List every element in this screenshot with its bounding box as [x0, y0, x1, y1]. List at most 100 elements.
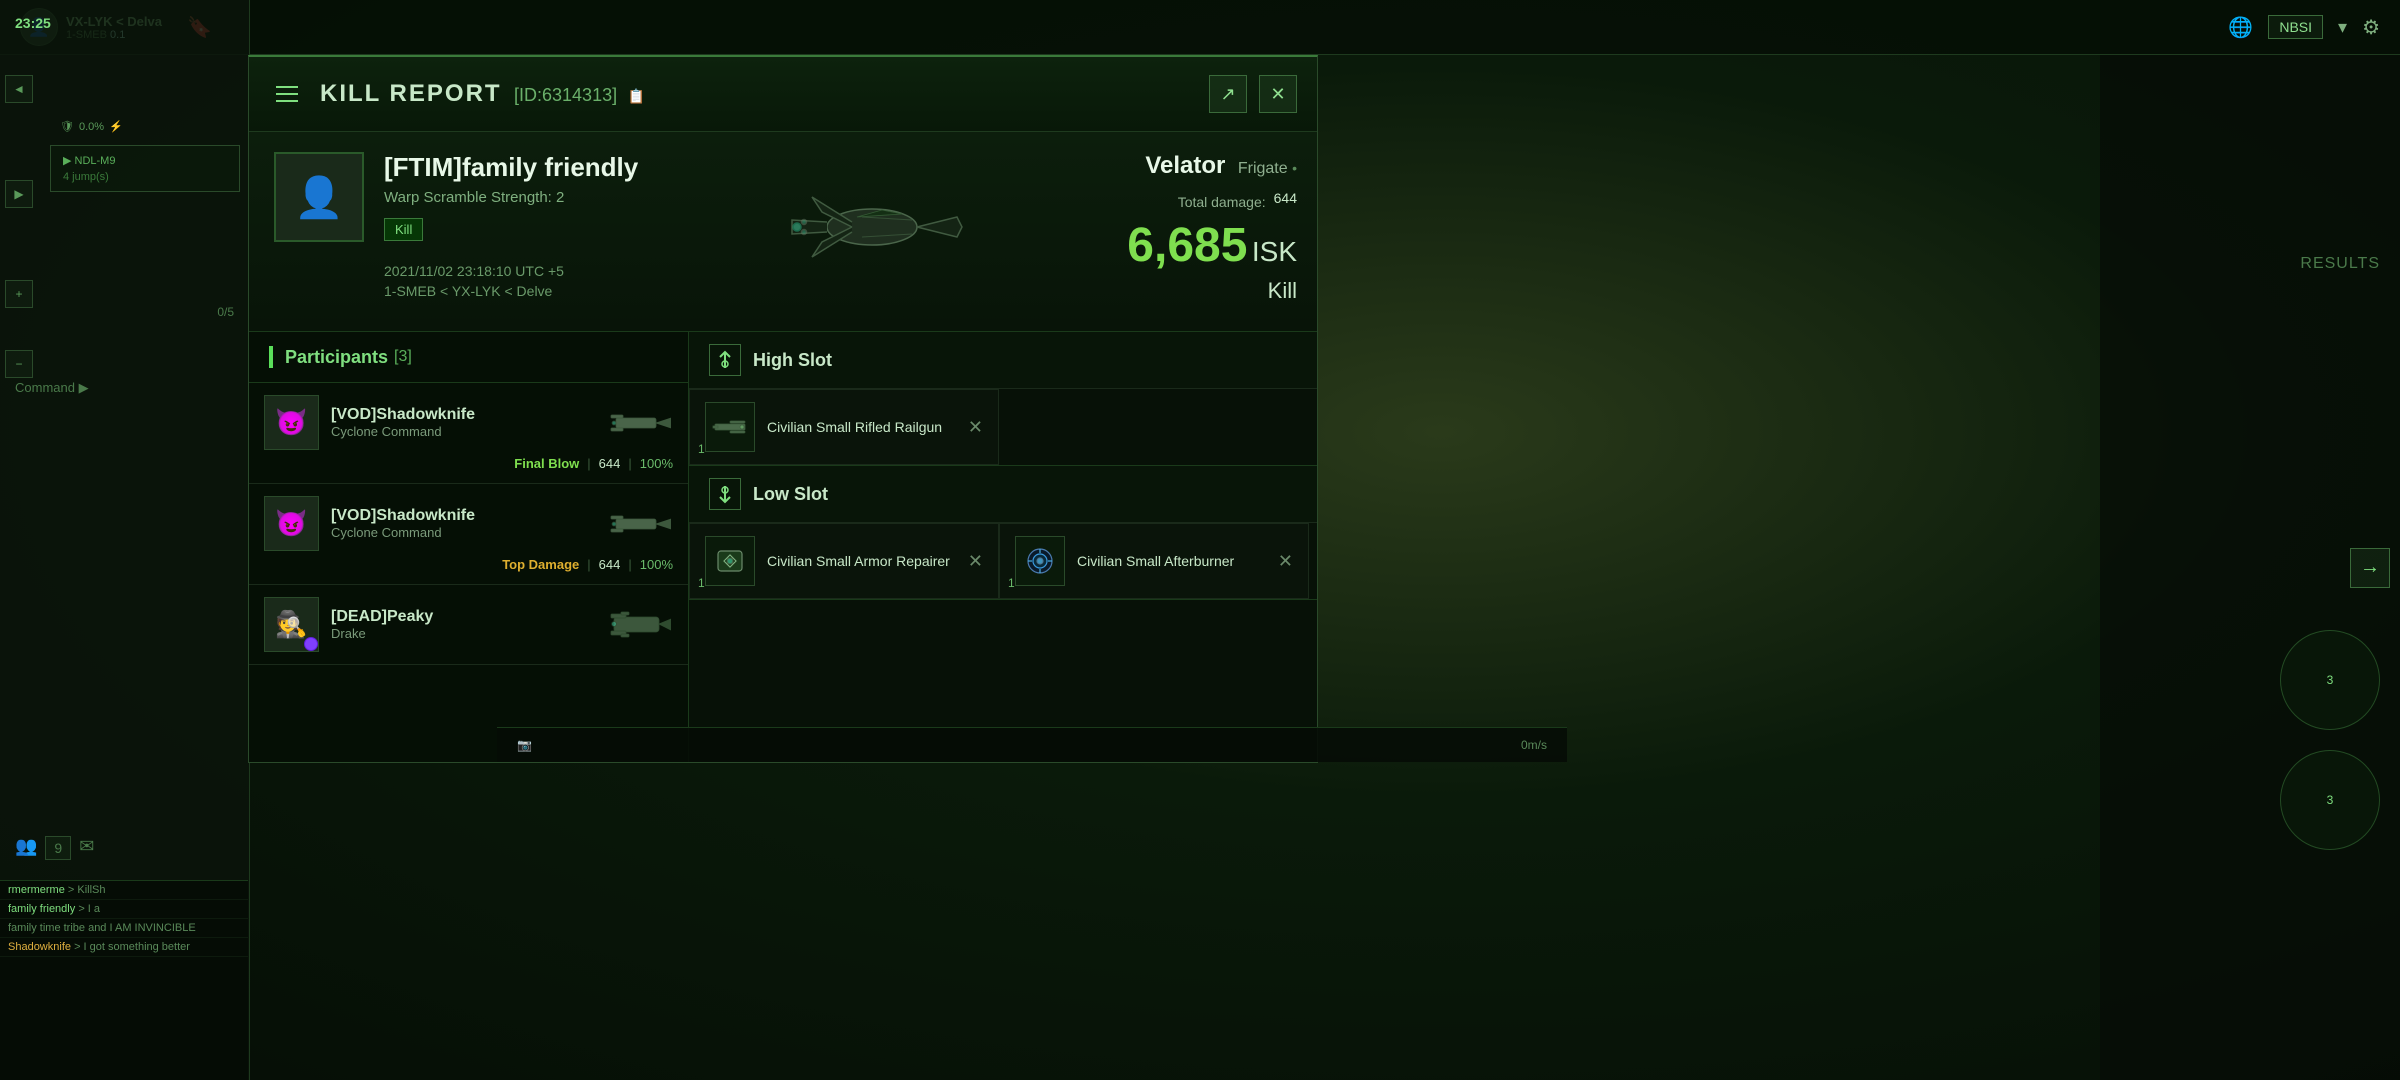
slot-item: 1 C: [689, 389, 999, 465]
item-name: Civilian Small Armor Repairer: [767, 553, 956, 569]
railgun-icon-svg: [710, 407, 750, 447]
speed-value: 0m/s: [1521, 738, 1547, 752]
fleet-count: 0/5: [217, 305, 234, 319]
progress-area: 🛡 0.0% ⚡: [60, 120, 123, 133]
title-text: KILL REPORT: [320, 80, 502, 107]
pct-stat: 100%: [640, 557, 673, 572]
minimap-circle-2: 3: [2280, 750, 2380, 850]
results-label: RESULTS: [2300, 255, 2380, 273]
item-icon: [705, 402, 755, 452]
kill-tag: Kill: [384, 218, 423, 241]
chevron-down-icon[interactable]: ▾: [2338, 17, 2347, 38]
participant-info: [DEAD]Peaky Drake: [331, 608, 591, 641]
minus-btn[interactable]: −: [5, 350, 33, 378]
participant-entry: 😈 [VOD]Shadowknife Cyclone Command: [249, 484, 688, 585]
collapse-btn[interactable]: ◄: [5, 75, 33, 103]
top-damage-badge: Top Damage: [502, 557, 579, 572]
globe-icon: 🌐: [2228, 15, 2253, 40]
slots-panel: High Slot 1: [689, 332, 1317, 762]
chat-name: family friendly: [8, 903, 75, 915]
item-close-button[interactable]: ✕: [1278, 551, 1293, 572]
dot-separator: •: [1292, 160, 1297, 176]
participant-ship: Drake: [331, 626, 591, 641]
chat-text: > I a: [78, 903, 100, 915]
kill-report-dialog: KILL REPORT [ID:6314313] 📋 ↗ ✕ 👤 [FTIM]f…: [248, 55, 1318, 763]
top-right-bar: 🌐 NBSI ▾ ⚙: [2100, 0, 2400, 55]
slot-items: 1 C: [689, 389, 1317, 465]
participant-info: [VOD]Shadowknife Cyclone Command: [331, 507, 591, 540]
kill-report-title: KILL REPORT [ID:6314313] 📋: [320, 80, 645, 108]
slot-item: 1: [999, 523, 1309, 599]
game-time: 23:25: [15, 15, 51, 31]
ship-icon: [603, 600, 673, 650]
high-slot-icon: [715, 350, 735, 370]
nav-icon: ▶ NDL-M9: [63, 154, 227, 167]
participant-stats: Final Blow | 644 | 100%: [264, 456, 673, 471]
damage-value: 644: [1274, 190, 1297, 206]
item-qty: 1: [698, 442, 705, 456]
participants-header: Participants [3]: [249, 332, 688, 383]
chat-line: family friendly > I a: [0, 900, 248, 919]
kill-type: Kill: [1127, 278, 1297, 304]
high-slot-title: High Slot: [753, 350, 832, 371]
item-close-button[interactable]: ✕: [968, 417, 983, 438]
command-label[interactable]: Command ▶: [15, 380, 89, 396]
nav-btn[interactable]: ▶: [5, 180, 33, 208]
nav-jumps: 4 jump(s): [63, 171, 227, 183]
participant-row: 😈 [VOD]Shadowknife Cyclone Command: [264, 395, 673, 450]
close-button[interactable]: ✕: [1259, 75, 1297, 113]
final-blow-badge: Final Blow: [514, 456, 579, 471]
chat-line: family time tribe and I AM INVINCIBLE: [0, 919, 248, 938]
right-panel: RESULTS 3 3 →: [2100, 55, 2400, 1080]
low-slot-icon: [715, 484, 735, 504]
damage-stat: 644: [599, 557, 621, 572]
participant-name: [DEAD]Peaky: [331, 608, 591, 626]
chat-text: > I got something better: [74, 941, 190, 953]
slot-item: 1 Civilian Small Armor Repairer: [689, 523, 999, 599]
item-qty: 1: [698, 576, 705, 590]
low-slot-section: Low Slot 1: [689, 466, 1317, 600]
shield-small-icon: 🛡: [60, 120, 74, 133]
participant-avatar: 😈: [264, 496, 319, 551]
ship-info-right: Velator Frigate • Total damage: 644 6,68…: [1127, 152, 1297, 304]
participant-entry: 🕵️ [DEAD]Peaky Drake: [249, 585, 688, 665]
external-link-button[interactable]: ↗: [1209, 75, 1247, 113]
participant-name: [VOD]Shadowknife: [331, 507, 591, 525]
participants-title: Participants: [285, 347, 388, 368]
ship-name: Velator: [1145, 152, 1225, 179]
slot-header: Low Slot: [689, 466, 1317, 523]
filter-icon[interactable]: ⚙: [2362, 15, 2380, 40]
nbsi-badge[interactable]: NBSI: [2268, 15, 2323, 39]
drake-svg: [606, 602, 671, 647]
participant-avatar: 🕵️: [264, 597, 319, 652]
mail-icon[interactable]: ✉: [79, 836, 94, 860]
copy-icon[interactable]: 📋: [628, 88, 645, 104]
cyclone-svg: [606, 400, 671, 445]
navigation-panel: ▶ NDL-M9 4 jump(s): [50, 145, 240, 192]
menu-button[interactable]: [269, 76, 305, 112]
participant-ship: Cyclone Command: [331, 525, 591, 540]
circle-count: 3: [2327, 673, 2334, 687]
plus-btn[interactable]: +: [5, 280, 33, 308]
participants-count: [3]: [394, 348, 412, 366]
high-slot-section: High Slot 1: [689, 332, 1317, 466]
report-id: [ID:6314313]: [514, 85, 617, 105]
item-close-button[interactable]: ✕: [968, 551, 983, 572]
people-icon[interactable]: 👥: [15, 836, 37, 860]
participants-panel: Participants [3] 😈 [VOD]Shadowknife Cycl…: [249, 332, 689, 762]
top-bar: 👤 VX-LYK < Delva 1-SMEB 0.1 🔖: [0, 0, 2400, 55]
participant-entry: 😈 [VOD]Shadowknife Cyclone Command: [249, 383, 688, 484]
bottom-section: Participants [3] 😈 [VOD]Shadowknife Cycl…: [249, 332, 1317, 762]
camera-icon[interactable]: 📷: [517, 738, 532, 752]
hamburger-icon: [276, 100, 298, 102]
kill-info-section: 👤 [FTIM]family friendly Warp Scramble St…: [249, 132, 1317, 332]
chat-text: family time tribe and I AM INVINCIBLE: [8, 922, 196, 934]
low-slot-title: Low Slot: [753, 484, 828, 505]
victim-avatar: 👤: [274, 152, 364, 242]
corp-badge: [304, 637, 318, 651]
chat-name: Shadowknife: [8, 941, 71, 953]
damage-stat: 644: [599, 456, 621, 471]
chat-name: rmermerme: [8, 884, 65, 896]
right-arrow-button[interactable]: →: [2350, 548, 2390, 588]
damage-label: Total damage:: [1178, 194, 1266, 210]
